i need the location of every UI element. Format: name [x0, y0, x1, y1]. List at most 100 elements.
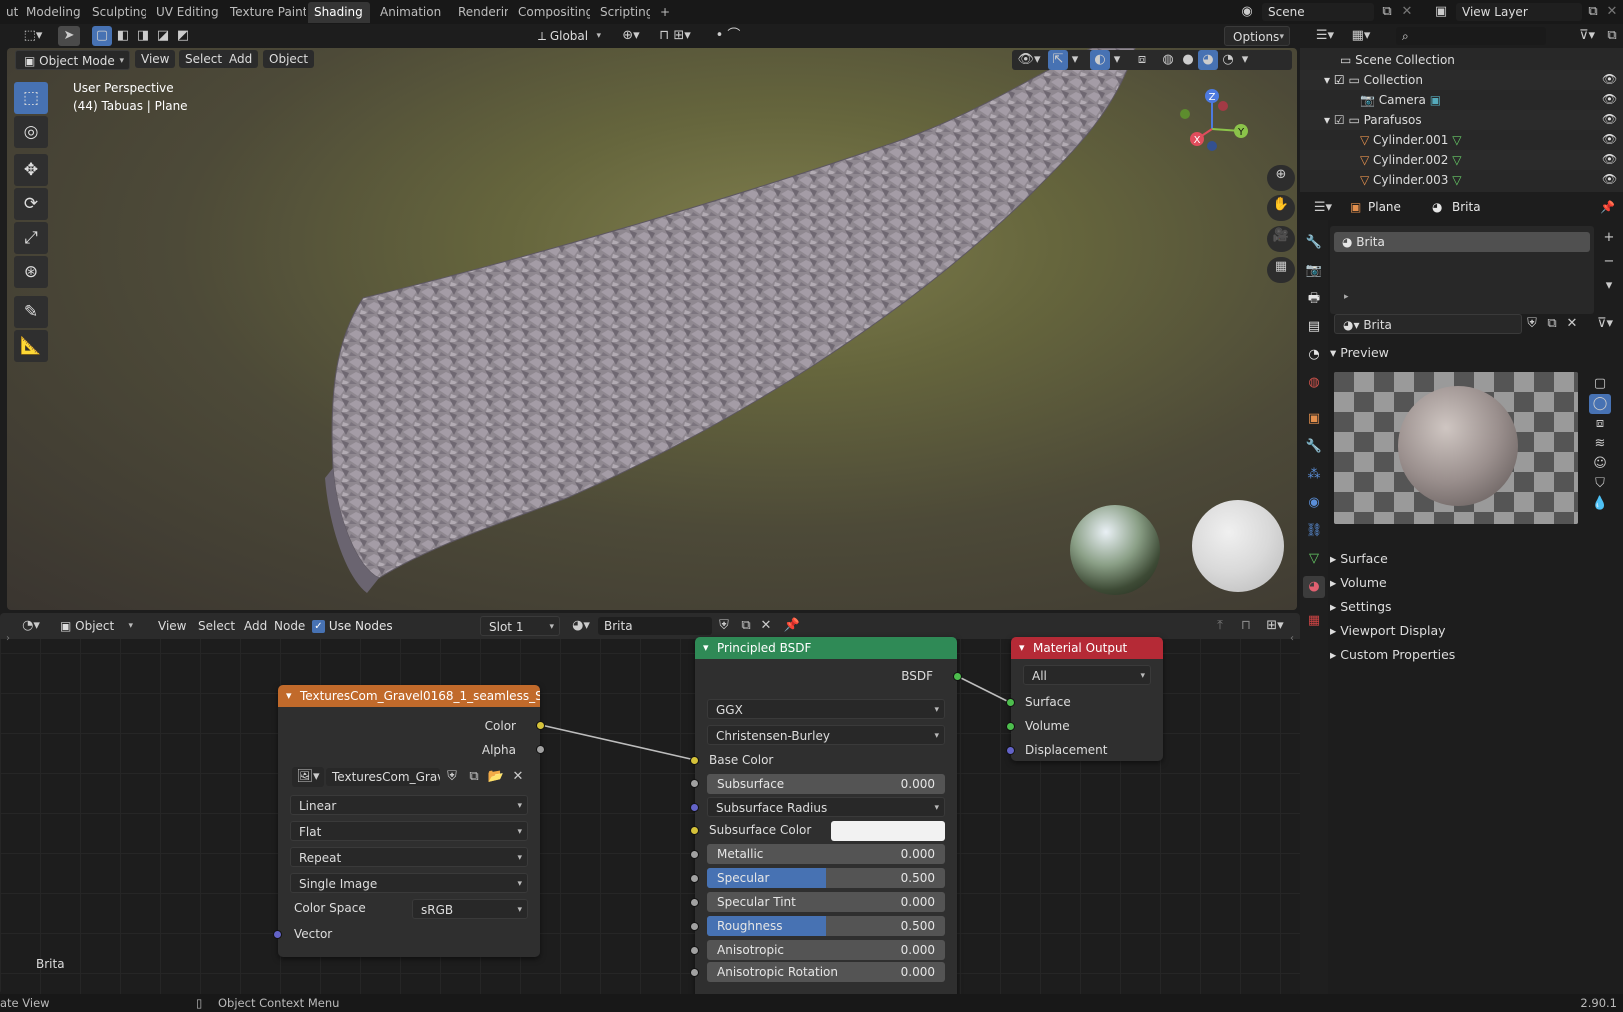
scene-icon[interactable]: ◉	[1236, 2, 1258, 22]
extension-dropdown[interactable]: Repeat ▾	[290, 847, 528, 867]
slider-specular-tint[interactable]: Specular Tint 0.000	[707, 892, 945, 912]
subsurface-radius-dropdown[interactable]: Subsurface Radius ▾	[707, 797, 945, 817]
preview-hair-icon[interactable]: ≋	[1589, 434, 1611, 454]
cursor-tool-icon[interactable]: ◎	[14, 116, 48, 148]
sidebar-toggle-icon[interactable]: ‹	[1290, 633, 1294, 644]
gizmo-dropdown-icon[interactable]: ▾	[1068, 50, 1082, 70]
pivot-point-icon[interactable]: ⊕▾	[614, 26, 648, 46]
remove-view-layer-icon[interactable]: ✕	[1603, 2, 1621, 22]
particles-tab-icon[interactable]: ⁂	[1303, 464, 1325, 486]
specular-socket[interactable]	[690, 874, 699, 883]
duplicate-material-icon[interactable]: ⧉	[1542, 314, 1562, 334]
shading-dropdown-icon[interactable]: ▾	[1238, 50, 1252, 70]
section-surface[interactable]: ▸ Surface	[1330, 548, 1388, 570]
duplicate-image-icon[interactable]: ⧉	[464, 767, 484, 787]
slider-specular[interactable]: Specular 0.500	[707, 868, 945, 888]
section-volume[interactable]: ▸ Volume	[1330, 572, 1387, 594]
eye-icon[interactable]: 👁	[1602, 112, 1617, 126]
source-dropdown[interactable]: Single Image ▾	[290, 873, 528, 893]
slider-anisotropic[interactable]: Anisotropic 0.000	[707, 940, 945, 960]
options-dropdown[interactable]: Options ▾	[1224, 26, 1290, 46]
proportional-edit-icon[interactable]: • ⌒	[708, 26, 748, 46]
section-settings[interactable]: ▸ Settings	[1330, 596, 1392, 618]
select-invert-icon[interactable]: ◪	[153, 26, 173, 46]
tab-modeling[interactable]: Modeling	[20, 2, 82, 23]
slider-subsurface[interactable]: Subsurface 0.000	[707, 774, 945, 794]
metallic-socket[interactable]	[690, 850, 699, 859]
roughness-socket[interactable]	[690, 922, 699, 931]
visibility-icon[interactable]: 👁▾	[1014, 50, 1044, 70]
texture-tab-icon[interactable]: ▦	[1303, 610, 1325, 632]
snap-icon[interactable]: ⊓ ⊞▾	[650, 26, 700, 46]
surface-input-socket[interactable]	[1006, 698, 1015, 707]
anisotropic-rotation-socket[interactable]	[690, 968, 699, 977]
tab-animation[interactable]: Animation	[374, 2, 448, 23]
xray-icon[interactable]: ⧈	[1132, 50, 1152, 70]
view-layer-icon[interactable]: ▣	[1430, 2, 1452, 22]
scene-tab-icon[interactable]: ◔	[1303, 344, 1325, 366]
properties-editor-type-icon[interactable]: ☰▾	[1308, 198, 1338, 218]
select-tool-icon[interactable]: ➤	[58, 26, 80, 46]
preview-panel-header[interactable]: ▾ Preview	[1330, 342, 1389, 364]
data-tab-icon[interactable]: ▽	[1303, 548, 1325, 570]
eye-icon[interactable]: 👁	[1602, 152, 1617, 166]
expand-arrow-icon[interactable]: ▸	[1344, 292, 1349, 302]
slider-roughness[interactable]: Roughness 0.500	[707, 916, 945, 936]
outliner-row[interactable]: ▾ ☑ ▭ Collection	[1300, 70, 1623, 90]
image-texture-title[interactable]: TexturesCom_Gravel0168_1_seamless_S.jpg	[278, 685, 540, 707]
zoom-icon[interactable]: ⊕	[1267, 165, 1295, 191]
subsurface-radius-socket[interactable]	[690, 803, 699, 812]
move-tool-icon[interactable]: ✥	[14, 154, 48, 186]
material-preview-icon[interactable]: ◕	[1198, 50, 1218, 70]
select-subtract-icon[interactable]: ◨	[133, 26, 153, 46]
color-output-socket[interactable]	[536, 721, 545, 730]
principled-bsdf-node[interactable]: Principled BSDF BSDF GGX▾ Christensen-Bu…	[690, 637, 962, 994]
tool-tab-icon[interactable]: 🔧	[1303, 232, 1325, 254]
alpha-output-socket[interactable]	[536, 745, 545, 754]
physics-tab-icon[interactable]: ◉	[1303, 492, 1325, 514]
preview-shirt-icon[interactable]: ⛉	[1589, 474, 1611, 494]
material-tab-icon[interactable]: ◕	[1303, 576, 1325, 598]
menu-add[interactable]: Add	[223, 50, 259, 68]
fake-user-icon[interactable]: ⛨	[1522, 314, 1542, 334]
distribution-dropdown[interactable]: GGX ▾	[707, 699, 945, 719]
breadcrumb-material[interactable]: Brita	[1452, 200, 1481, 214]
overlay-icon[interactable]: ◐	[1090, 50, 1110, 70]
scene-field[interactable]: Scene	[1262, 3, 1374, 21]
toolbar-toggle-icon[interactable]: ›	[6, 633, 10, 644]
projection-dropdown[interactable]: Flat ▾	[290, 821, 528, 841]
outliner-row[interactable]: ▽ Cylinder.003 ▽	[1300, 170, 1623, 190]
subsurface-method-dropdown[interactable]: Christensen-Burley ▾	[707, 725, 945, 745]
link-dropdown-icon[interactable]: ⊽▾	[1590, 314, 1620, 334]
preview-cube-icon[interactable]: ⧈	[1589, 414, 1611, 434]
new-collection-icon[interactable]: ⧉	[1602, 26, 1622, 46]
principled-bsdf-title[interactable]: Principled BSDF	[695, 637, 957, 659]
base-color-socket[interactable]	[690, 756, 699, 765]
tab-sculpting[interactable]: Sculpting	[86, 2, 146, 23]
image-name-field[interactable]: TexturesCom_Grav...	[326, 768, 440, 786]
add-slot-icon[interactable]: +	[1598, 228, 1620, 248]
material-output-title[interactable]: Material Output	[1011, 637, 1163, 659]
camera-view-icon[interactable]: 🎥	[1267, 226, 1295, 252]
select-extend-icon[interactable]: ◧	[113, 26, 133, 46]
world-tab-icon[interactable]: ◍	[1303, 372, 1325, 394]
tab-texture-paint[interactable]: Texture Paint	[224, 2, 306, 23]
eye-icon[interactable]: 👁	[1602, 72, 1617, 86]
add-workspace-button[interactable]: +	[654, 2, 670, 23]
open-file-icon[interactable]: 📂	[486, 767, 506, 787]
perspective-toggle-icon[interactable]: ▦	[1267, 257, 1295, 283]
section-custom-properties[interactable]: ▸ Custom Properties	[1330, 644, 1455, 666]
tab-compositing[interactable]: Compositing	[512, 2, 590, 23]
outliner-row[interactable]: 📷 Camera ▣	[1300, 90, 1623, 110]
node-editor[interactable]: ◔▾ ▣ Object ▾ View Select Add Node ✓ Use Nod…	[0, 613, 1300, 994]
select-box-icon[interactable]: ▢	[92, 26, 112, 46]
vector-input-socket[interactable]	[273, 930, 282, 939]
outliner-search-input[interactable]: ⌕	[1396, 27, 1546, 45]
slider-metallic[interactable]: Metallic 0.000	[707, 844, 945, 864]
eye-icon[interactable]: 👁	[1602, 172, 1617, 186]
subsurface-socket[interactable]	[690, 779, 699, 788]
subsurface-color-socket[interactable]	[690, 826, 699, 835]
image-texture-node[interactable]: TexturesCom_Gravel0168_1_seamless_S.jpg …	[273, 685, 545, 957]
menu-object[interactable]: Object	[263, 50, 315, 68]
fake-user-icon[interactable]: ⛨	[442, 767, 462, 787]
